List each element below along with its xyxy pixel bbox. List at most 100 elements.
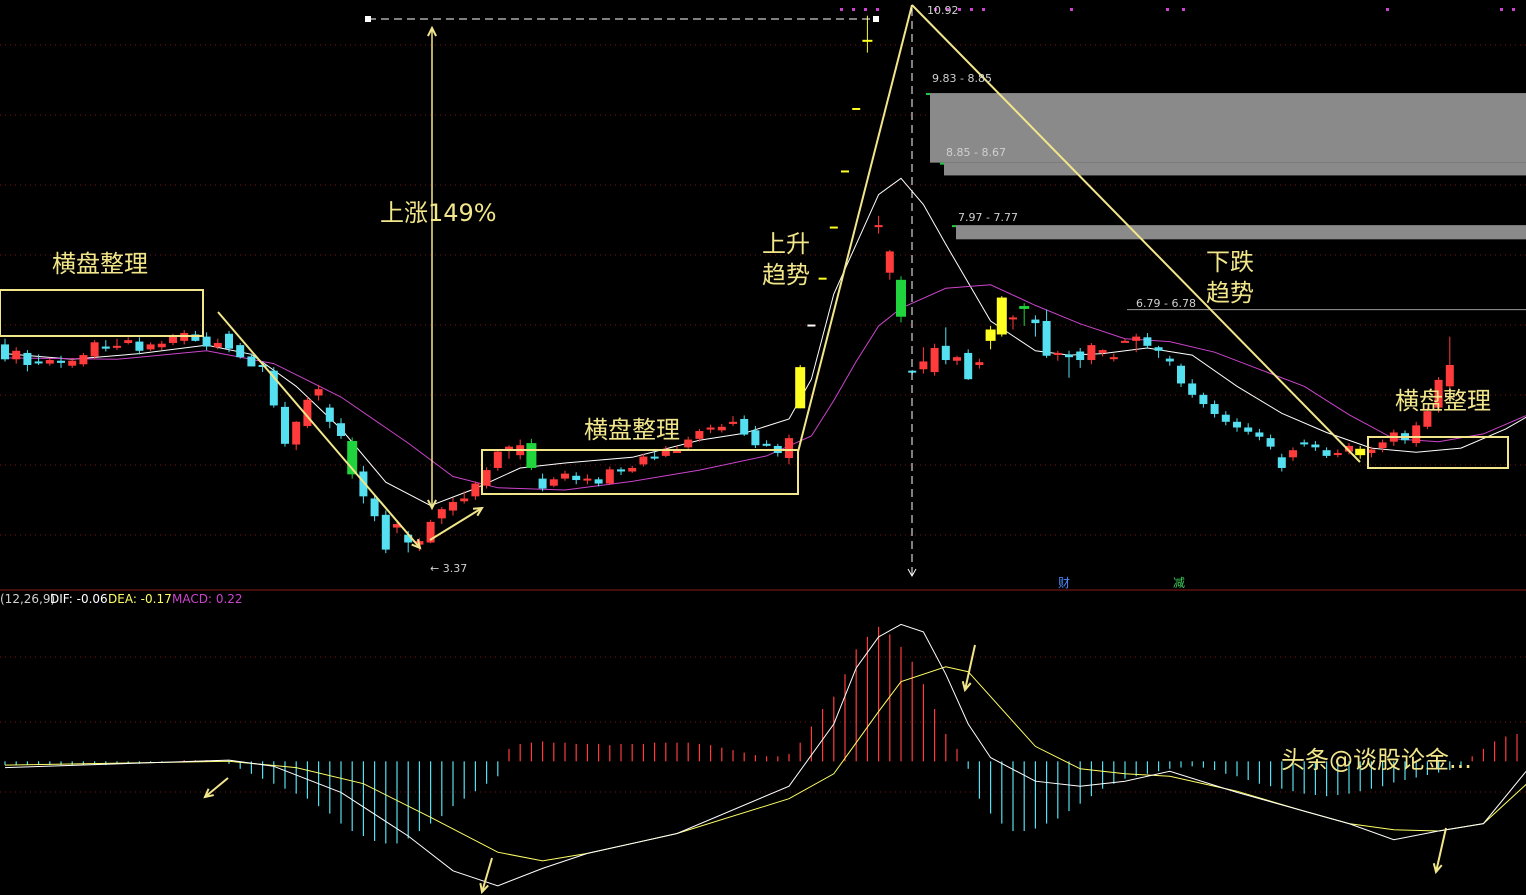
candle-body (124, 340, 133, 343)
top-marker (982, 8, 985, 11)
candle-body (751, 430, 760, 446)
candle-body (247, 356, 256, 367)
candle-body (785, 438, 793, 459)
candle-body (1177, 365, 1185, 384)
candle-body (79, 355, 88, 365)
candle-body (1042, 320, 1051, 356)
top-marker (1070, 8, 1073, 11)
candle-body (874, 225, 883, 228)
candle-body (90, 342, 99, 357)
downtrend-label-1: 下跌 (1206, 248, 1254, 276)
candle-body (695, 431, 704, 439)
stock-chart: 横盘整理 上涨149% 横盘整理 上升 趋势 下跌 趋势 横盘整理 10.92 … (0, 4, 1526, 895)
candle-body (449, 502, 457, 511)
candle-body (1109, 357, 1118, 360)
candle-body (12, 350, 21, 360)
candle-body (1221, 414, 1230, 422)
candle-body (1233, 421, 1241, 428)
candle-body (1165, 358, 1174, 362)
candle-body (225, 333, 233, 349)
resistance-zones (926, 93, 1526, 311)
candle-body (169, 336, 177, 343)
resistance-zone (944, 162, 1526, 176)
candle-body (1255, 432, 1264, 437)
candle-body (639, 456, 648, 465)
candle-body (829, 226, 838, 229)
candle-body (605, 469, 614, 484)
candle-body (762, 443, 771, 446)
candle-body (1445, 365, 1454, 387)
candle-body (1, 344, 9, 360)
candle-body (370, 498, 379, 517)
event-marker-finance: 财 (1058, 576, 1070, 590)
resistance-zone (956, 225, 1526, 240)
candle-body (572, 475, 581, 481)
candle-body (1289, 450, 1297, 458)
uptrend-line (797, 4, 913, 453)
candle-body (885, 251, 894, 273)
candle-body (526, 443, 537, 468)
peak-ref-anchor (873, 16, 879, 22)
candle-body (236, 345, 245, 358)
resistance-label: 6.79 - 6.78 (1136, 297, 1196, 310)
consolidation-label-right: 横盘整理 (1395, 387, 1491, 415)
candle-body (1412, 425, 1421, 444)
candle-body (34, 361, 43, 364)
candle-body (325, 407, 334, 422)
uptrend-label-1: 上升 (762, 230, 810, 258)
candle-body (549, 479, 558, 486)
candle-body (471, 483, 480, 497)
candle-body (740, 418, 749, 435)
zone-label-1: 9.83 - 8.85 (932, 72, 992, 85)
top-marker (970, 8, 973, 11)
top-marker (876, 8, 879, 11)
candle-body (68, 360, 77, 366)
candle-body (1154, 347, 1163, 351)
candle-body (1322, 450, 1331, 456)
candle-body (650, 456, 659, 459)
candle-body (281, 406, 289, 444)
candle-body (594, 479, 603, 484)
candle-body (930, 347, 939, 373)
candle-body (538, 478, 547, 489)
candle-body (1300, 442, 1309, 445)
candle-body (964, 352, 973, 380)
candle-body (146, 344, 155, 350)
candle-body (717, 426, 726, 431)
candle-body (292, 421, 301, 445)
candle-body (941, 345, 950, 361)
candle-body (23, 352, 32, 365)
candle-body (561, 473, 569, 479)
peak-ref-anchor (365, 16, 371, 22)
candle-body (437, 509, 446, 519)
candle-body (381, 514, 390, 550)
consolidation-label-mid: 横盘整理 (584, 416, 680, 444)
macd-header-dif: DIF: -0.06 (50, 592, 108, 606)
candle-body (919, 361, 928, 370)
rise-percent-label: 上涨149% (380, 199, 497, 227)
candle-body (57, 360, 65, 363)
candle-body (729, 421, 737, 424)
candle-body (1355, 448, 1366, 456)
ma-purple-line (4, 284, 1526, 491)
watermark: 头条@谈股论金... (1281, 746, 1472, 774)
candle-body (1132, 336, 1141, 341)
candle-body (1143, 337, 1152, 346)
candle-body (996, 297, 1007, 335)
macd-header-params: (12,26,9) (0, 592, 55, 606)
candle-body (1121, 340, 1129, 343)
uptrend-label-2: 趋势 (762, 261, 810, 289)
candle-body (795, 367, 806, 409)
consolidation-label-left: 横盘整理 (52, 250, 148, 278)
candle-body (135, 341, 144, 351)
zone-label-2: 8.85 - 8.67 (946, 146, 1006, 159)
resistance-zone (930, 93, 1526, 163)
top-marker (852, 8, 855, 11)
signal-arrow (204, 777, 229, 798)
downtrend-label-2: 趋势 (1206, 279, 1254, 307)
candle-body (1244, 427, 1253, 432)
candle-body (113, 345, 121, 348)
candle-body (583, 478, 592, 481)
candle-body (1199, 394, 1208, 405)
candle-body (493, 451, 502, 468)
